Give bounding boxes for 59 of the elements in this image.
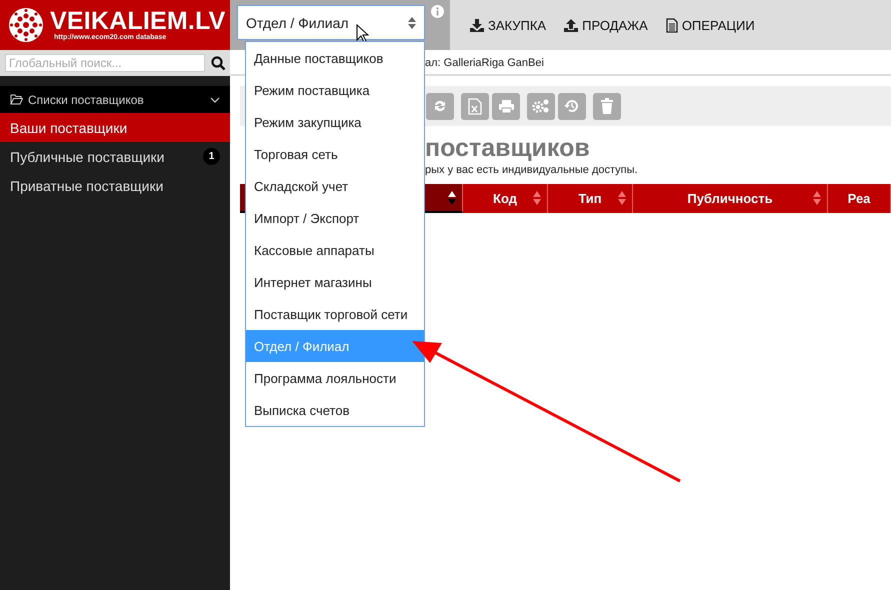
gears-icon <box>532 98 550 114</box>
column-header-label: Публичность <box>687 191 773 206</box>
global-search-field[interactable]: Глобальный поиск... <box>5 54 205 72</box>
history-button[interactable] <box>558 92 586 120</box>
refresh-icon <box>432 98 448 114</box>
dropdown-option[interactable]: Кассовые аппараты <box>246 234 424 266</box>
column-header[interactable]: Код <box>463 184 548 213</box>
logo-icon <box>8 7 44 43</box>
dropdown-option[interactable]: Поставщик торговой сети <box>246 298 424 330</box>
upload-icon <box>564 18 578 32</box>
column-header[interactable]: Реа <box>828 184 891 213</box>
page-title: поставщиков <box>425 134 590 162</box>
dropdown-option[interactable]: Данные поставщиков <box>246 42 424 74</box>
sidebar-item[interactable]: Приватные поставщики <box>0 171 230 200</box>
count-badge: 1 <box>203 148 220 165</box>
spreadsheet-icon <box>468 98 482 114</box>
dropdown-option[interactable]: Интернет магазины <box>246 266 424 298</box>
sort-icon <box>533 191 541 205</box>
sort-icon <box>813 191 821 205</box>
print-button[interactable] <box>492 92 520 120</box>
sort-icon <box>618 191 626 205</box>
column-header[interactable]: Публичность <box>633 184 828 213</box>
column-header[interactable]: Тип <box>548 184 633 213</box>
sort-icon <box>448 191 456 205</box>
download-icon <box>470 18 484 32</box>
delete-button[interactable] <box>593 92 621 120</box>
search-icon[interactable] <box>211 56 226 70</box>
sort-arrows-icon <box>408 16 416 28</box>
dropdown-option[interactable]: Импорт / Экспорт <box>246 202 424 234</box>
sidebar-item[interactable]: Ваши поставщики <box>0 113 230 142</box>
history-icon <box>564 98 580 114</box>
refresh-button[interactable] <box>426 92 454 120</box>
nav-link[interactable]: ЗАКУПКА <box>470 18 546 32</box>
column-header-label: Код <box>493 191 517 206</box>
folder-icon <box>10 94 23 105</box>
nav-link[interactable]: ОПЕРАЦИИ <box>666 18 755 32</box>
breadcrumb: ал: GalleriaRiga GanBei <box>425 57 544 69</box>
excel-export-button[interactable] <box>461 92 489 120</box>
column-header-label: Тип <box>578 191 602 206</box>
nav-link[interactable]: ПРОДАЖА <box>564 18 648 32</box>
dropdown-option[interactable]: Режим поставщика <box>246 74 424 106</box>
column-header-label: Реа <box>848 191 870 206</box>
sidebar-section-header[interactable]: Списки поставщиков <box>0 86 230 113</box>
dropdown-option[interactable]: Складской учет <box>246 170 424 202</box>
logo-title: VEIKALIEM.LV <box>50 8 226 34</box>
info-icon[interactable] <box>431 5 444 18</box>
dropdown-option[interactable]: Программа лояльности <box>246 362 424 394</box>
dropdown-option[interactable]: Режим закупщика <box>246 106 424 138</box>
page-description: рых у вас есть индивидуальные доступы. <box>425 164 638 176</box>
chevron-down-icon <box>210 96 220 102</box>
sidebar-item-row[interactable]: Публичные поставщики 1 <box>0 142 230 171</box>
trash-icon <box>600 98 614 114</box>
settings-button[interactable] <box>527 92 555 120</box>
dropdown-option[interactable]: Выписка счетов <box>246 394 424 426</box>
module-select[interactable]: Отдел / Филиал <box>237 5 425 40</box>
printer-icon <box>498 98 514 114</box>
sidebar-item-label: Публичные поставщики <box>10 148 164 164</box>
dropdown-option[interactable]: Торговая сеть <box>246 138 424 170</box>
document-icon <box>666 18 678 32</box>
